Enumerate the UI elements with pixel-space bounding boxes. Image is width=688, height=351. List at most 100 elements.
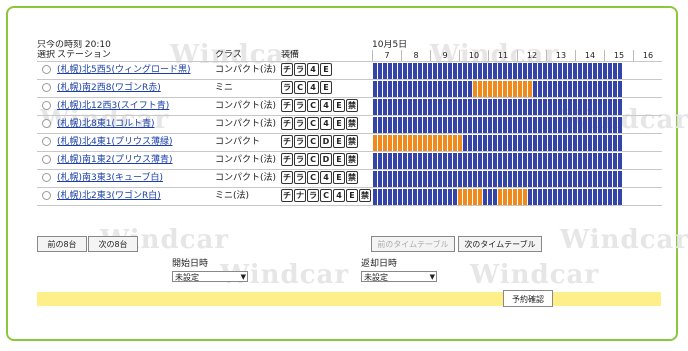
available-slot[interactable] bbox=[538, 134, 542, 151]
start-datetime-select[interactable]: 未設定 ▼ bbox=[172, 271, 248, 282]
available-slot[interactable] bbox=[543, 62, 547, 79]
available-slot[interactable] bbox=[373, 188, 377, 205]
reserved-slot[interactable] bbox=[503, 80, 507, 97]
reserved-slot[interactable] bbox=[483, 80, 487, 97]
available-slot[interactable] bbox=[483, 134, 487, 151]
available-slot[interactable] bbox=[578, 134, 582, 151]
available-slot[interactable] bbox=[548, 98, 552, 115]
available-slot[interactable] bbox=[553, 98, 557, 115]
reserved-slot[interactable] bbox=[393, 134, 397, 151]
available-slot[interactable] bbox=[548, 80, 552, 97]
available-slot[interactable] bbox=[393, 188, 397, 205]
available-slot[interactable] bbox=[578, 188, 582, 205]
available-slot[interactable] bbox=[613, 134, 617, 151]
available-slot[interactable] bbox=[393, 62, 397, 79]
available-slot[interactable] bbox=[528, 98, 532, 115]
reserved-slot[interactable] bbox=[518, 80, 522, 97]
available-slot[interactable] bbox=[573, 170, 577, 187]
available-slot[interactable] bbox=[543, 134, 547, 151]
available-slot[interactable] bbox=[563, 116, 567, 133]
select-radio[interactable] bbox=[42, 83, 51, 92]
available-slot[interactable] bbox=[493, 134, 497, 151]
available-slot[interactable] bbox=[408, 152, 412, 169]
available-slot[interactable] bbox=[568, 116, 572, 133]
available-slot[interactable] bbox=[383, 152, 387, 169]
available-slot[interactable] bbox=[608, 80, 612, 97]
station-link[interactable]: (札幌)北2東3(ワゴンR白) bbox=[57, 191, 161, 201]
available-slot[interactable] bbox=[583, 134, 587, 151]
available-slot[interactable] bbox=[508, 62, 512, 79]
available-slot[interactable] bbox=[448, 62, 452, 79]
available-slot[interactable] bbox=[543, 98, 547, 115]
available-slot[interactable] bbox=[403, 116, 407, 133]
reserved-slot[interactable] bbox=[428, 134, 432, 151]
available-slot[interactable] bbox=[458, 80, 462, 97]
available-slot[interactable] bbox=[438, 152, 442, 169]
available-slot[interactable] bbox=[563, 188, 567, 205]
available-slot[interactable] bbox=[568, 62, 572, 79]
return-datetime-select[interactable]: 未設定 ▼ bbox=[361, 271, 437, 282]
reserved-slot[interactable] bbox=[498, 188, 502, 205]
available-slot[interactable] bbox=[613, 116, 617, 133]
available-slot[interactable] bbox=[613, 62, 617, 79]
available-slot[interactable] bbox=[468, 62, 472, 79]
available-slot[interactable] bbox=[533, 116, 537, 133]
available-slot[interactable] bbox=[498, 98, 502, 115]
reserved-slot[interactable] bbox=[478, 80, 482, 97]
available-slot[interactable] bbox=[553, 116, 557, 133]
available-slot[interactable] bbox=[408, 188, 412, 205]
available-slot[interactable] bbox=[468, 134, 472, 151]
available-slot[interactable] bbox=[568, 80, 572, 97]
reserved-slot[interactable] bbox=[473, 80, 477, 97]
available-slot[interactable] bbox=[533, 98, 537, 115]
available-slot[interactable] bbox=[383, 80, 387, 97]
available-slot[interactable] bbox=[503, 152, 507, 169]
reserved-slot[interactable] bbox=[423, 134, 427, 151]
available-slot[interactable] bbox=[533, 188, 537, 205]
available-slot[interactable] bbox=[393, 98, 397, 115]
available-slot[interactable] bbox=[518, 98, 522, 115]
available-slot[interactable] bbox=[543, 170, 547, 187]
available-slot[interactable] bbox=[478, 134, 482, 151]
available-slot[interactable] bbox=[378, 116, 382, 133]
available-slot[interactable] bbox=[488, 62, 492, 79]
available-slot[interactable] bbox=[398, 116, 402, 133]
available-slot[interactable] bbox=[588, 62, 592, 79]
available-slot[interactable] bbox=[418, 116, 422, 133]
prev-timetable-button[interactable]: 前のタイムテーブル bbox=[371, 236, 455, 252]
available-slot[interactable] bbox=[413, 152, 417, 169]
available-slot[interactable] bbox=[593, 62, 597, 79]
available-slot[interactable] bbox=[508, 134, 512, 151]
available-slot[interactable] bbox=[408, 62, 412, 79]
available-slot[interactable] bbox=[438, 62, 442, 79]
available-slot[interactable] bbox=[448, 98, 452, 115]
available-slot[interactable] bbox=[498, 134, 502, 151]
available-slot[interactable] bbox=[563, 98, 567, 115]
available-slot[interactable] bbox=[608, 98, 612, 115]
available-slot[interactable] bbox=[433, 152, 437, 169]
available-slot[interactable] bbox=[428, 98, 432, 115]
reserved-slot[interactable] bbox=[413, 134, 417, 151]
available-slot[interactable] bbox=[423, 116, 427, 133]
available-slot[interactable] bbox=[573, 188, 577, 205]
available-slot[interactable] bbox=[528, 152, 532, 169]
available-slot[interactable] bbox=[618, 152, 622, 169]
available-slot[interactable] bbox=[398, 62, 402, 79]
available-slot[interactable] bbox=[538, 98, 542, 115]
reserved-slot[interactable] bbox=[503, 188, 507, 205]
available-slot[interactable] bbox=[383, 170, 387, 187]
available-slot[interactable] bbox=[528, 170, 532, 187]
available-slot[interactable] bbox=[488, 98, 492, 115]
reserved-slot[interactable] bbox=[468, 188, 472, 205]
available-slot[interactable] bbox=[498, 62, 502, 79]
available-slot[interactable] bbox=[438, 188, 442, 205]
available-slot[interactable] bbox=[433, 170, 437, 187]
available-slot[interactable] bbox=[493, 116, 497, 133]
available-slot[interactable] bbox=[413, 170, 417, 187]
available-slot[interactable] bbox=[398, 152, 402, 169]
available-slot[interactable] bbox=[378, 170, 382, 187]
available-slot[interactable] bbox=[598, 134, 602, 151]
available-slot[interactable] bbox=[443, 188, 447, 205]
available-slot[interactable] bbox=[563, 62, 567, 79]
available-slot[interactable] bbox=[503, 134, 507, 151]
